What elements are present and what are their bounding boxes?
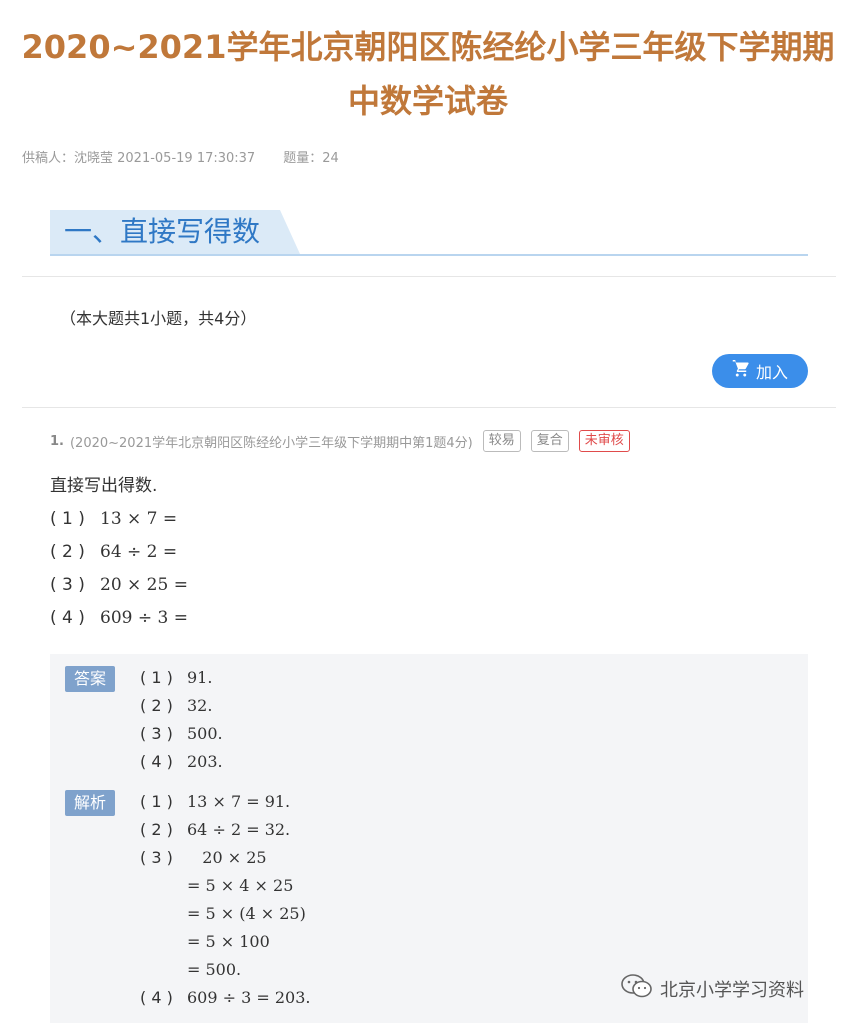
row-text: 32. [187, 696, 213, 715]
row-text: = 5 × 100 [187, 932, 270, 951]
analysis-row: ( 2 ) 64 ÷ 2 = 32. [140, 816, 311, 844]
add-to-cart-button[interactable]: 加入 [712, 354, 808, 388]
item-index: ( 1 ) [50, 509, 85, 529]
add-to-cart-label: 加入 [755, 363, 788, 382]
answer-row: ( 2 ) 32. [140, 692, 223, 720]
analysis-row: = 5 × (4 × 25) [140, 900, 311, 928]
row-index: ( 3 ) [140, 724, 173, 743]
answer-row: ( 4 ) 203. [140, 748, 223, 776]
section-header: 一、直接写得数 [50, 210, 808, 256]
divider [22, 276, 836, 277]
contributor-info: 供稿人：沈晓莹 2021-05-19 17:30:37 [22, 151, 256, 166]
row-index: ( 1 ) [140, 792, 173, 811]
question-number: 1. [50, 433, 64, 449]
analysis-lines: ( 1 ) 13 × 7 = 91. ( 2 ) 64 ÷ 2 = 32. ( 3 … [140, 788, 311, 1012]
answer-badge: 答案 [65, 666, 115, 692]
review-status-tag: 未审核 [578, 430, 630, 452]
section-summary: （本大题共1小题，共4分） [60, 309, 257, 328]
row-text: 609 ÷ 3 = 203. [187, 988, 311, 1007]
row-index: ( 2 ) [140, 820, 173, 839]
row-text: = 5 × (4 × 25) [187, 904, 306, 923]
row-text: 91. [187, 668, 213, 687]
item-index: ( 4 ) [50, 608, 85, 628]
item-expression: 609 ÷ 3 = [100, 608, 188, 628]
type-tag: 复合 [530, 430, 569, 452]
question-item: ( 4 ) 609 ÷ 3 = [50, 606, 188, 630]
item-expression: 20 × 25 = [100, 575, 188, 595]
page-title-line-2: 中数学试卷 [347, 82, 508, 120]
question-item: ( 2 ) 64 ÷ 2 = [50, 540, 188, 564]
question-item: ( 3 ) 20 × 25 = [50, 573, 188, 597]
row-text: 203. [187, 752, 223, 771]
wechat-icon [620, 973, 654, 1004]
question-count: 题量：24 [283, 151, 339, 166]
row-index: ( 4 ) [140, 752, 173, 771]
item-index: ( 2 ) [50, 542, 85, 562]
difficulty-tag: 较易 [482, 430, 521, 452]
watermark-text: 北京小学学习资料 [660, 979, 804, 1001]
row-index: ( 4 ) [140, 988, 173, 1007]
item-index: ( 3 ) [50, 575, 85, 595]
item-expression: 64 ÷ 2 = [100, 542, 178, 562]
section-underline [50, 254, 808, 256]
answer-panel: 答案 ( 1 ) 91. ( 2 ) 32. ( 3 ) 500. ( 4 ) 203.… [50, 654, 808, 1023]
analysis-row: = 5 × 100 [140, 928, 311, 956]
question-source: (2020~2021学年北京朝阳区陈经纶小学三年级下学期期中第1题4分) [69, 435, 473, 451]
row-text: 20 × 25 [187, 848, 267, 867]
item-expression: 13 × 7 = [100, 509, 178, 529]
answer-lines: ( 1 ) 91. ( 2 ) 32. ( 3 ) 500. ( 4 ) 203. [140, 664, 223, 776]
page-title-line-1: 2020~2021学年北京朝阳区陈经纶小学三年级下学期期 [21, 28, 835, 66]
row-index: ( 2 ) [140, 696, 173, 715]
analysis-badge: 解析 [65, 790, 115, 816]
row-text: 500. [187, 724, 223, 743]
row-text: 13 × 7 = 91. [187, 792, 291, 811]
page-title: 2020~2021学年北京朝阳区陈经纶小学三年级下学期期 中数学试卷 [0, 20, 856, 128]
answer-row: ( 1 ) 91. [140, 664, 223, 692]
divider [22, 407, 836, 408]
cart-icon [732, 360, 750, 382]
question-item: ( 1 ) 13 × 7 = [50, 507, 188, 531]
analysis-row: = 500. [140, 956, 311, 984]
analysis-row: = 5 × 4 × 25 [140, 872, 311, 900]
watermark: 北京小学学习资料 [620, 973, 804, 1004]
question-header: 1. (2020~2021学年北京朝阳区陈经纶小学三年级下学期期中第1题4分) … [50, 430, 630, 452]
question-stem: 直接写出得数. [50, 476, 158, 496]
row-index: ( 1 ) [140, 668, 173, 687]
analysis-row: ( 4 ) 609 ÷ 3 = 203. [140, 984, 311, 1012]
row-index: ( 3 ) [140, 848, 173, 867]
analysis-row: ( 1 ) 13 × 7 = 91. [140, 788, 311, 816]
analysis-row: ( 3 ) 20 × 25 [140, 844, 311, 872]
question-body: 直接写出得数. ( 1 ) 13 × 7 = ( 2 ) 64 ÷ 2 = ( 3 … [50, 474, 188, 639]
section-title: 一、直接写得数 [64, 215, 261, 248]
row-text: = 5 × 4 × 25 [187, 876, 294, 895]
exam-meta: 供稿人：沈晓莹 2021-05-19 17:30:37 题量：24 [22, 147, 339, 166]
answer-row: ( 3 ) 500. [140, 720, 223, 748]
row-text: = 500. [187, 960, 242, 979]
row-text: 64 ÷ 2 = 32. [187, 820, 291, 839]
